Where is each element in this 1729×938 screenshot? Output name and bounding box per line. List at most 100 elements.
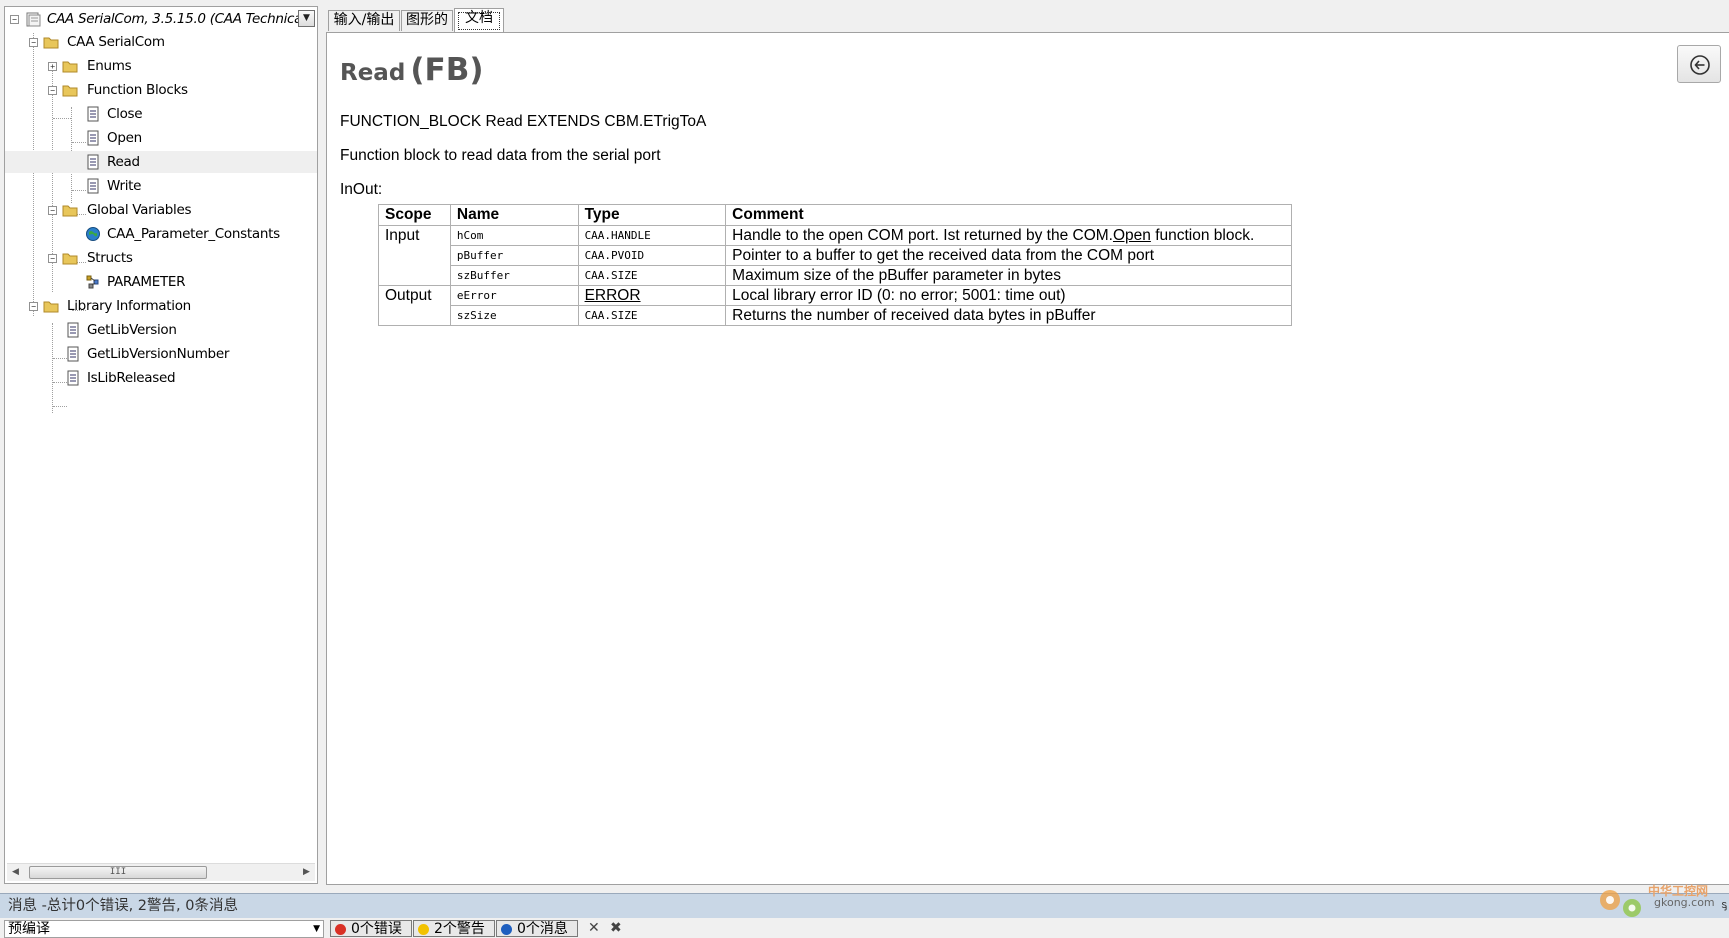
type-cell: CAA.HANDLE — [577, 225, 727, 246]
globe-icon — [86, 227, 100, 241]
warnings-filter-button[interactable]: 2个警告 — [413, 920, 495, 937]
pin-icon[interactable]: ᶊ — [1722, 898, 1728, 911]
pou-document-icon — [87, 154, 99, 170]
comment-text: function block. — [1150, 227, 1255, 244]
tree-item-label: IsLibReleased — [87, 370, 176, 386]
name-cell: szBuffer — [449, 265, 579, 286]
pou-document-icon — [67, 322, 79, 338]
info-icon — [501, 924, 512, 935]
folder-icon — [62, 253, 78, 265]
tree-item-open[interactable]: Open — [5, 127, 317, 149]
column-header: Comment — [725, 204, 1292, 226]
table-header-row: Scope Name Type Comment — [378, 204, 1292, 226]
parameter-table: Scope Name Type Comment Input hCom CAA.H… — [378, 204, 1292, 326]
open-link[interactable]: Open — [1113, 227, 1151, 244]
scroll-left-icon[interactable]: ◀ — [7, 864, 24, 881]
tree-horizontal-scrollbar[interactable]: ◀ III ▶ — [7, 863, 315, 881]
expand-icon[interactable]: + — [48, 62, 57, 71]
library-tree-panel: − CAA SerialCom, 3.5.15.0 (CAA Technical… — [4, 6, 318, 884]
name-cell: hCom — [449, 225, 579, 246]
comment-cell: Pointer to a buffer to get the received … — [725, 245, 1292, 266]
watermark-logo: 中华工控网 gkong.com — [1592, 878, 1722, 924]
collapse-icon[interactable]: − — [48, 206, 57, 215]
tree-item-function-blocks[interactable]: − Function Blocks — [5, 79, 317, 101]
pou-document-icon — [87, 178, 99, 194]
tree-item-global-variables[interactable]: − Global Variables — [5, 199, 317, 221]
comment-cell: Maximum size of the pBuffer parameter in… — [725, 265, 1292, 286]
pou-document-icon — [67, 346, 79, 362]
message-toolbar: 预编译 ▼ 0个错误 2个警告 0个消息 ✕ ✖ — [0, 918, 1729, 938]
tree-item-library-information[interactable]: − Library Information — [5, 295, 317, 317]
tree-item-close[interactable]: Close — [5, 103, 317, 125]
tree-item-label: Library Information — [67, 298, 191, 314]
tree-item-parameter[interactable]: PARAMETER — [5, 271, 317, 293]
chevron-down-icon[interactable]: ▼ — [298, 10, 315, 27]
scope-cell: Input — [378, 225, 451, 286]
tree-item-label: Function Blocks — [87, 82, 188, 98]
type-cell: CAA.PVOID — [577, 245, 727, 266]
table-row: szSize CAA.SIZE Returns the number of re… — [379, 305, 1292, 326]
name-cell: pBuffer — [449, 245, 579, 266]
type-cell: CAA.SIZE — [577, 265, 727, 286]
column-header: Scope — [378, 204, 451, 226]
tree-item-caa-serialcom[interactable]: − CAA SerialCom — [5, 31, 317, 53]
comment-text: Handle to the open COM port. Ist returne… — [732, 227, 1113, 244]
tree-item-label: PARAMETER — [107, 274, 186, 290]
tree-item-getlibversionnumber[interactable]: GetLibVersionNumber — [5, 343, 317, 365]
folder-icon — [43, 301, 59, 313]
tree-item-enums[interactable]: + Enums — [5, 55, 317, 77]
message-category-select[interactable]: 预编译 ▼ — [4, 920, 324, 938]
back-arrow-icon — [1690, 55, 1710, 75]
tab-label: 输入/输出 — [333, 12, 395, 28]
folder-icon — [43, 37, 59, 49]
scope-cell: Output — [378, 285, 451, 326]
column-header: Name — [449, 204, 579, 226]
tree-item-write[interactable]: Write — [5, 175, 317, 197]
focus-rect — [458, 12, 500, 30]
title-name: Read — [340, 60, 406, 86]
tree-item-caa-parameter-constants[interactable]: CAA_Parameter_Constants — [5, 223, 317, 245]
tab-graphical[interactable]: 图形的 — [401, 10, 453, 31]
table-row: szBuffer CAA.SIZE Maximum size of the pB… — [379, 265, 1292, 286]
collapse-icon[interactable]: − — [10, 15, 19, 24]
table-row: Input hCom CAA.HANDLE Handle to the open… — [378, 225, 1292, 286]
tab-io[interactable]: 输入/输出 — [328, 10, 400, 31]
collapse-icon[interactable]: − — [48, 254, 57, 263]
back-button[interactable] — [1677, 45, 1721, 83]
tree-item-islibreleased[interactable]: IsLibReleased — [5, 367, 317, 389]
message-bar[interactable]: 消息 -总计0个错误, 2警告, 0条消息 ᶊ — [0, 893, 1729, 918]
type-cell: ERROR — [577, 285, 727, 306]
watermark-text-en: gkong.com — [1654, 896, 1715, 909]
warning-icon — [418, 924, 429, 935]
next-message-icon[interactable]: ✕ — [588, 920, 600, 936]
tree-item-label: CAA SerialCom — [67, 34, 165, 50]
clear-messages-icon[interactable]: ✖ — [610, 920, 622, 936]
table-row: pBuffer CAA.PVOID Pointer to a buffer to… — [379, 245, 1292, 266]
message-summary: 消息 -总计0个错误, 2警告, 0条消息 — [8, 898, 238, 914]
folder-icon — [62, 85, 78, 97]
collapse-icon[interactable]: − — [48, 86, 57, 95]
title-kind: (FB) — [410, 52, 484, 88]
tree-root-label: CAA SerialCom, 3.5.15.0 (CAA Technical — [47, 11, 306, 27]
gear-icon — [1600, 890, 1641, 917]
column-header: Type — [577, 204, 727, 226]
error-type-link[interactable]: ERROR — [585, 287, 641, 304]
tree-item-label: GetLibVersion — [87, 322, 177, 338]
tree-item-read[interactable]: Read — [5, 151, 317, 173]
scrollbar-thumb[interactable]: III — [29, 866, 207, 879]
pou-document-icon — [87, 130, 99, 146]
folder-icon — [62, 205, 78, 217]
tree-root-row[interactable]: − CAA SerialCom, 3.5.15.0 (CAA Technical… — [5, 7, 317, 31]
collapse-icon[interactable]: − — [29, 38, 38, 47]
tree-item-label: Global Variables — [87, 202, 192, 218]
tree-item-getlibversion[interactable]: GetLibVersion — [5, 319, 317, 341]
pou-document-icon — [87, 106, 99, 122]
tree-item-label: Read — [107, 154, 140, 170]
collapse-icon[interactable]: − — [29, 302, 38, 311]
tree-item-structs[interactable]: − Structs — [5, 247, 317, 269]
tab-documentation[interactable]: 文档 — [454, 8, 504, 32]
scroll-right-icon[interactable]: ▶ — [298, 864, 315, 881]
tree-item-label: CAA_Parameter_Constants — [107, 226, 280, 242]
infos-filter-button[interactable]: 0个消息 — [496, 920, 578, 937]
errors-filter-button[interactable]: 0个错误 — [330, 920, 412, 937]
